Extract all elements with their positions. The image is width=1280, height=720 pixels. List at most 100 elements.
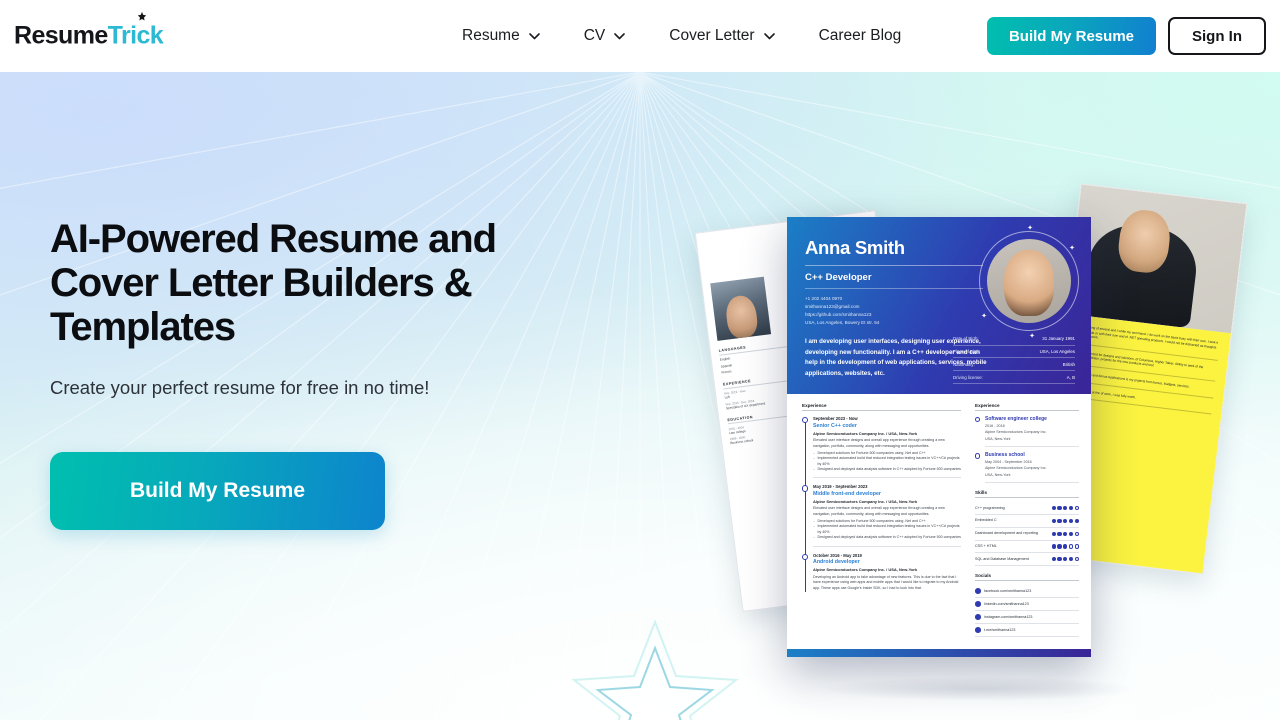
resume-template-previews: Phone: +1 202 456 7690 Address: USA, New… xyxy=(694,132,1280,692)
social-link-text: t.me/smithanna123 xyxy=(984,628,1016,633)
center-resume-fact-row: Date of Birth: 31 January 1991 xyxy=(953,333,1075,346)
logo-text-accent: Trick xyxy=(107,11,164,51)
center-resume-footer-bar xyxy=(787,649,1091,657)
nav-label-cover-letter: Cover Letter xyxy=(669,27,755,44)
education-item: Business school May 2004 - September 201… xyxy=(975,452,1079,484)
logo[interactable]: Resume Trick xyxy=(14,11,164,51)
skill-name: Dashboard development and reporting xyxy=(975,531,1038,536)
social-row[interactable]: facebook.com/smithanna123 xyxy=(975,585,1079,599)
social-row[interactable]: t.me/smithanna123 xyxy=(975,624,1079,637)
resume-preview-center[interactable]: Anna Smith C++ Developer +1 202 4404 097… xyxy=(787,217,1091,657)
center-resume-skills-title: Skills xyxy=(975,490,1079,499)
experience-item: October 2016 - May 2019 Android develope… xyxy=(802,552,961,597)
education-company: Alpine Semiconductors Company Inc. xyxy=(985,466,1047,471)
skill-name: SQL and Database Management xyxy=(975,556,1029,561)
skill-row: SQL and Database Management xyxy=(975,553,1079,567)
telegram-icon xyxy=(975,627,981,633)
skill-row: Embedded C xyxy=(975,515,1079,528)
right-resume-photo xyxy=(1066,184,1247,334)
experience-bullets: Developed solutions for Fortune 500 comp… xyxy=(813,519,961,541)
hero-build-my-resume-button[interactable]: Build My Resume xyxy=(50,452,385,530)
experience-bullet: Designed and deployed data analysis soft… xyxy=(814,467,962,473)
left-resume-photo xyxy=(710,276,772,341)
timeline-dot-icon xyxy=(802,417,809,424)
sparkle-icon: ✦ xyxy=(981,313,987,320)
skill-rating xyxy=(1051,544,1079,549)
experience-date: October 2016 - May 2019 xyxy=(813,552,862,558)
fact-value: 31 January 1991 xyxy=(1042,336,1075,342)
sparkle-icon: ✦ xyxy=(1027,225,1033,232)
fact-value: British xyxy=(1062,361,1075,367)
experience-date: September 2023 - Now xyxy=(813,416,858,421)
avatar xyxy=(987,239,1071,323)
social-row[interactable]: instagram.com/smithanna123 xyxy=(975,611,1079,625)
experience-bullets: Developed solutions for Fortune 500 comp… xyxy=(813,451,961,473)
social-link-text: facebook.com/smithanna123 xyxy=(984,589,1032,594)
logo-accent-label: Trick xyxy=(107,21,164,50)
skill-rating xyxy=(1051,557,1079,562)
site-header: Resume Trick Resume CV Cover Letter Care… xyxy=(0,0,1280,72)
experience-description: Elevated user interface designs and over… xyxy=(813,438,945,448)
fact-label: Place of Birth: xyxy=(953,349,981,355)
experience-title: Android developer xyxy=(813,559,860,566)
skills-list: C++ programming Embedded C Dashboard dev… xyxy=(975,502,1079,567)
experience-description: Developing an Android app to take advant… xyxy=(813,574,959,590)
center-resume-sidebar-column: Experience Software engineer college 201… xyxy=(971,394,1091,649)
linkedin-icon xyxy=(975,601,981,607)
experience-date: May 2019 - September 2023 xyxy=(813,484,868,490)
social-link-text: instagram.com/smithanna123 xyxy=(984,615,1033,620)
divider xyxy=(805,288,983,289)
hero-copy: AI-Powered Resume and Cover Letter Build… xyxy=(50,217,610,530)
center-resume-fact-row: Nationality: British xyxy=(953,358,1075,372)
logo-text-primary: Resume xyxy=(14,21,108,50)
experience-title: Senior C++ coder xyxy=(813,422,857,429)
timeline-dot-icon xyxy=(802,485,809,492)
education-dates: May 2004 - September 2016 xyxy=(985,459,1032,464)
center-resume-facts: Date of Birth: 31 January 1991 Place of … xyxy=(953,333,1075,384)
nav-item-career-blog[interactable]: Career Blog xyxy=(797,0,924,72)
fact-label: Date of Birth: xyxy=(953,336,979,342)
main-navigation: Resume CV Cover Letter Career Blog xyxy=(440,0,923,72)
social-row[interactable]: linkedin.com/smithanna123 xyxy=(975,598,1079,612)
page-title: AI-Powered Resume and Cover Letter Build… xyxy=(50,217,497,349)
experience-company: Alpine Semiconductors Company Inc. / USA… xyxy=(813,567,918,573)
timeline-dot-icon xyxy=(975,453,981,459)
sign-in-button[interactable]: Sign In xyxy=(1168,17,1266,55)
experience-bullet: Designed and deployed data analysis soft… xyxy=(814,535,962,541)
education-list: Software engineer college 2016 - 2018 Al… xyxy=(975,416,1079,484)
skill-rating xyxy=(1051,506,1079,511)
skill-row: C++ programming xyxy=(975,502,1079,515)
center-resume-fact-row: Place of Birth: USA, Los Angeles xyxy=(953,346,1075,359)
skill-name: Embedded C xyxy=(975,518,997,523)
experience-description: Elevated user interface designs and over… xyxy=(813,506,945,516)
fact-label: Nationality: xyxy=(953,361,975,367)
fact-label: Driving license: xyxy=(953,374,983,380)
chevron-down-icon xyxy=(528,32,540,40)
nav-label-resume: Resume xyxy=(462,27,520,44)
header-build-my-resume-button[interactable]: Build My Resume xyxy=(986,17,1156,55)
nav-item-cv[interactable]: CV xyxy=(562,0,648,72)
education-location: USA, New-York xyxy=(985,473,1011,478)
center-resume-education-title: Experience xyxy=(975,403,1079,411)
skill-row: Dashboard development and reporting xyxy=(975,528,1079,541)
nav-item-resume[interactable]: Resume xyxy=(440,0,562,72)
experience-item: May 2019 - September 2023 Middle front-e… xyxy=(802,484,961,547)
skill-row: CSS + HTML xyxy=(975,541,1079,554)
timeline-dot-icon xyxy=(802,553,809,561)
skill-rating xyxy=(1051,518,1079,523)
education-location: USA, New-York xyxy=(985,436,1011,441)
center-resume-header: Anna Smith C++ Developer +1 202 4404 097… xyxy=(787,217,1091,394)
nav-item-cover-letter[interactable]: Cover Letter xyxy=(647,0,796,72)
hero-section: AI-Powered Resume and Cover Letter Build… xyxy=(0,72,1280,720)
center-resume-experience-title: Experience xyxy=(802,403,961,411)
skill-name: CSS + HTML xyxy=(975,543,997,548)
instagram-icon xyxy=(975,614,981,620)
star-icon xyxy=(137,11,147,22)
center-resume-body: Experience September 2023 - Now Senior C… xyxy=(787,394,1091,649)
skill-rating xyxy=(1051,531,1079,536)
experience-item: September 2023 - Now Senior C++ coder Al… xyxy=(802,416,961,479)
socials-list: facebook.com/smithanna123 linkedin.com/s… xyxy=(975,585,1079,637)
experience-bullet: Implemented automated build that reduced… xyxy=(814,524,962,535)
social-link-text: linkedin.com/smithanna123 xyxy=(984,602,1029,607)
center-resume-experience-column: Experience September 2023 - Now Senior C… xyxy=(787,394,971,649)
